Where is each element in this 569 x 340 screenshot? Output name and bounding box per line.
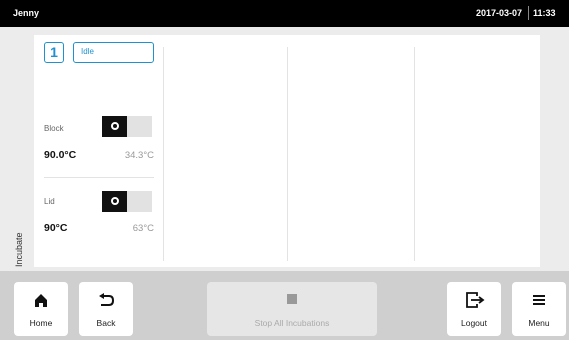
block-label: Block [44, 124, 64, 133]
logout-button-label: Logout [461, 318, 487, 328]
top-status-bar: Jenny 2017-03-07 11:33 [0, 0, 569, 27]
back-arrow-icon [99, 293, 115, 306]
block-toggle[interactable] [102, 116, 152, 137]
logout-icon [466, 292, 485, 308]
user-name: Jenny [13, 8, 40, 18]
stop-square-icon [287, 294, 297, 304]
lid-set-temperature: 90°C [44, 222, 68, 234]
toggle-knob-icon [102, 191, 127, 212]
toggle-knob-icon [102, 116, 127, 137]
bottom-toolbar: Home Back Stop All Incubations Logout Me… [0, 271, 569, 340]
menu-button[interactable]: Menu [512, 282, 566, 336]
lid-actual-temperature: 63°C [132, 223, 154, 234]
column-divider [414, 47, 415, 261]
section-divider [44, 177, 154, 178]
incubation-panel: 1 Idle Block 90.0°C 34.3°C Lid 90°C 63°C [34, 35, 540, 267]
stop-all-incubations-button[interactable]: Stop All Incubations [207, 282, 377, 336]
time-display: 11:33 [533, 8, 556, 18]
slot-status-badge[interactable]: Idle [73, 42, 154, 63]
logout-button[interactable]: Logout [447, 282, 501, 336]
home-button-label: Home [29, 318, 53, 328]
back-button[interactable]: Back [79, 282, 133, 336]
lid-label: Lid [44, 197, 55, 206]
column-divider [287, 47, 288, 261]
section-label: Incubate [14, 232, 24, 267]
menu-icon [533, 295, 545, 305]
stop-all-incubations-label: Stop All Incubations [254, 318, 330, 328]
back-button-label: Back [96, 318, 116, 328]
topbar-divider [528, 6, 529, 20]
main-area: Incubate 1 Idle Block 90.0°C 34.3°C Lid … [0, 27, 569, 271]
date-display: 2017-03-07 [475, 8, 522, 18]
block-set-temperature: 90.0°C [44, 149, 77, 161]
home-button[interactable]: Home [14, 282, 68, 336]
menu-button-label: Menu [528, 318, 550, 328]
block-actual-temperature: 34.3°C [124, 150, 154, 161]
column-divider [163, 47, 164, 261]
slot-number-badge[interactable]: 1 [44, 42, 64, 63]
home-icon [35, 294, 47, 307]
lid-toggle[interactable] [102, 191, 152, 212]
